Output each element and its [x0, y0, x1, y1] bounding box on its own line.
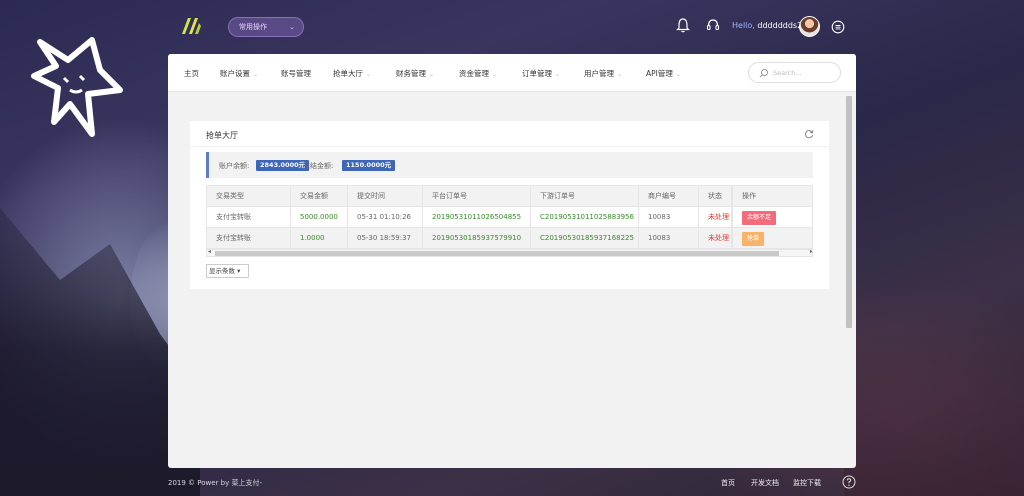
frozen-label: 冻结金额:	[303, 162, 334, 170]
page-size-select[interactable]: 显示条数 ▾	[206, 264, 249, 278]
cell-platform-order-no: 20190531011026504855	[423, 207, 531, 228]
chevron-down-icon: ⌄	[675, 71, 681, 78]
cell-platform-order-no: 20190530185937579910	[423, 228, 531, 249]
table-row: 支付宝转账 5000.0000 05-31 01:10:26 201905310…	[207, 207, 812, 228]
nav-item-users[interactable]: 用户管理 ⌄	[584, 68, 622, 79]
grab-order-button[interactable]: 抢单	[742, 232, 765, 246]
footer-link-home[interactable]: 首页	[721, 478, 735, 488]
cat-doodle-icon	[31, 37, 123, 137]
cell-amount: 5000.0000	[291, 207, 348, 228]
nav-item-account-settings[interactable]: 账户设置 ⌄	[220, 68, 258, 79]
column-header[interactable]: 交易类型	[207, 186, 291, 207]
chevron-down-icon: ⌄	[429, 71, 435, 78]
page-size-label: 显示条数	[209, 267, 235, 275]
scroll-left-icon[interactable]: ◂	[208, 248, 211, 255]
refresh-icon[interactable]	[804, 129, 814, 139]
headset-icon[interactable]	[706, 17, 720, 33]
nav-item-account-management[interactable]: 账号管理	[281, 68, 311, 79]
column-header[interactable]: 下游订单号	[531, 186, 639, 207]
chevron-down-icon: ⌄	[492, 71, 498, 78]
cell-merchant: 10083	[639, 207, 699, 228]
chevron-down-icon: ⌄	[366, 71, 372, 78]
cell-merchant: 10083	[639, 228, 699, 249]
search-icon	[759, 69, 768, 78]
column-header[interactable]: 提交时间	[348, 186, 423, 207]
balance-label: 账户余额:	[219, 162, 250, 170]
cell-downstream-order-no: C20190530185937168225	[531, 228, 639, 249]
nav-item-order-hall[interactable]: 抢单大厅 ⌄	[333, 68, 371, 79]
help-icon[interactable]	[842, 475, 856, 489]
order-hall-card: 抢单大厅 账户余额: 2843.0000元 冻结金额: 1150.0000元 交…	[190, 121, 829, 289]
chevron-down-icon: ⌄	[617, 71, 623, 78]
quick-actions-dropdown[interactable]: 常用操作 ⌄	[228, 17, 304, 37]
frozen-value-badge: 1150.0000元	[342, 160, 396, 171]
search-input[interactable]	[773, 67, 835, 79]
balance-bar: 账户余额: 2843.0000元 冻结金额: 1150.0000元	[206, 152, 813, 178]
nav-item-api[interactable]: API管理 ⌄	[646, 68, 681, 79]
caret-down-icon: ▾	[237, 267, 241, 275]
bell-icon[interactable]	[676, 17, 690, 33]
cell-status: 未处理	[699, 207, 732, 228]
column-header[interactable]: 状态	[699, 186, 732, 207]
table-row: 支付宝转账 1.0000 05-30 18:59:37 201905301859…	[207, 228, 812, 249]
scroll-right-icon[interactable]: ▸	[810, 248, 812, 255]
chevron-down-icon: ⌄	[289, 23, 295, 31]
table-header-row: 交易类型 交易金额 提交时间 平台订单号 下游订单号 商户编号 状态 操作	[207, 186, 812, 207]
footer-link-docs[interactable]: 开发文档	[751, 478, 779, 488]
chevron-down-icon: ⌄	[253, 71, 259, 78]
menu-icon[interactable]	[831, 19, 845, 35]
nav-item-orders[interactable]: 订单管理 ⌄	[522, 68, 560, 79]
footer-copyright: 2019 © Power by 菜上支付-	[168, 479, 262, 487]
nav-item-finance[interactable]: 财务管理 ⌄	[396, 68, 434, 79]
nav-item-funds[interactable]: 资金管理 ⌄	[459, 68, 497, 79]
cell-type: 支付宝转账	[207, 207, 291, 228]
card-title: 抢单大厅	[206, 131, 238, 140]
orders-table: 交易类型 交易金额 提交时间 平台订单号 下游订单号 商户编号 状态 操作 支付…	[206, 185, 813, 257]
scrollbar-thumb[interactable]	[215, 251, 779, 256]
card-header: 抢单大厅	[190, 121, 829, 147]
greeting-prefix: Hello,	[732, 21, 755, 30]
avatar[interactable]	[799, 16, 820, 37]
column-header[interactable]: 商户编号	[639, 186, 699, 207]
cell-type: 支付宝转账	[207, 228, 291, 249]
footer-link-download[interactable]: 监控下载	[793, 478, 821, 488]
column-header[interactable]: 交易金额	[291, 186, 348, 207]
nav-item-home[interactable]: 主页	[184, 68, 199, 79]
cell-time: 05-30 18:59:37	[348, 228, 423, 249]
cell-action: 余额不足	[732, 207, 812, 228]
balance-value-badge: 2843.0000元	[256, 160, 310, 171]
search-box	[748, 62, 841, 83]
user-greeting[interactable]: Hello, ddddddds2	[732, 21, 802, 30]
cell-action: 抢单	[732, 228, 812, 249]
cell-time: 05-31 01:10:26	[348, 207, 423, 228]
main-panel: 主页 账户设置 ⌄ 账号管理 抢单大厅 ⌄ 财务管理 ⌄ 资金管理 ⌄ 订单管理 ⌄ 用户…	[168, 54, 856, 468]
chevron-down-icon: ⌄	[555, 71, 561, 78]
top-nav: 主页 账户设置 ⌄ 账号管理 抢单大厅 ⌄ 财务管理 ⌄ 资金管理 ⌄ 订单管理 ⌄ 用户…	[168, 54, 856, 92]
column-header[interactable]: 平台订单号	[423, 186, 531, 207]
column-header[interactable]: 操作	[732, 186, 812, 207]
scrollbar-thumb[interactable]	[846, 96, 852, 328]
cell-amount: 1.0000	[291, 228, 348, 249]
cell-downstream-order-no: C20190531011025883956	[531, 207, 639, 228]
brand-logo-icon	[182, 18, 201, 34]
insufficient-balance-button[interactable]: 余额不足	[742, 211, 777, 225]
horizontal-scrollbar[interactable]: ◂ ▸	[207, 248, 812, 256]
username: ddddddds2	[757, 21, 803, 30]
background-scenery	[844, 296, 1024, 496]
vertical-scrollbar[interactable]	[845, 94, 853, 466]
quick-actions-label: 常用操作	[239, 23, 267, 31]
cell-status: 未处理	[699, 228, 732, 249]
